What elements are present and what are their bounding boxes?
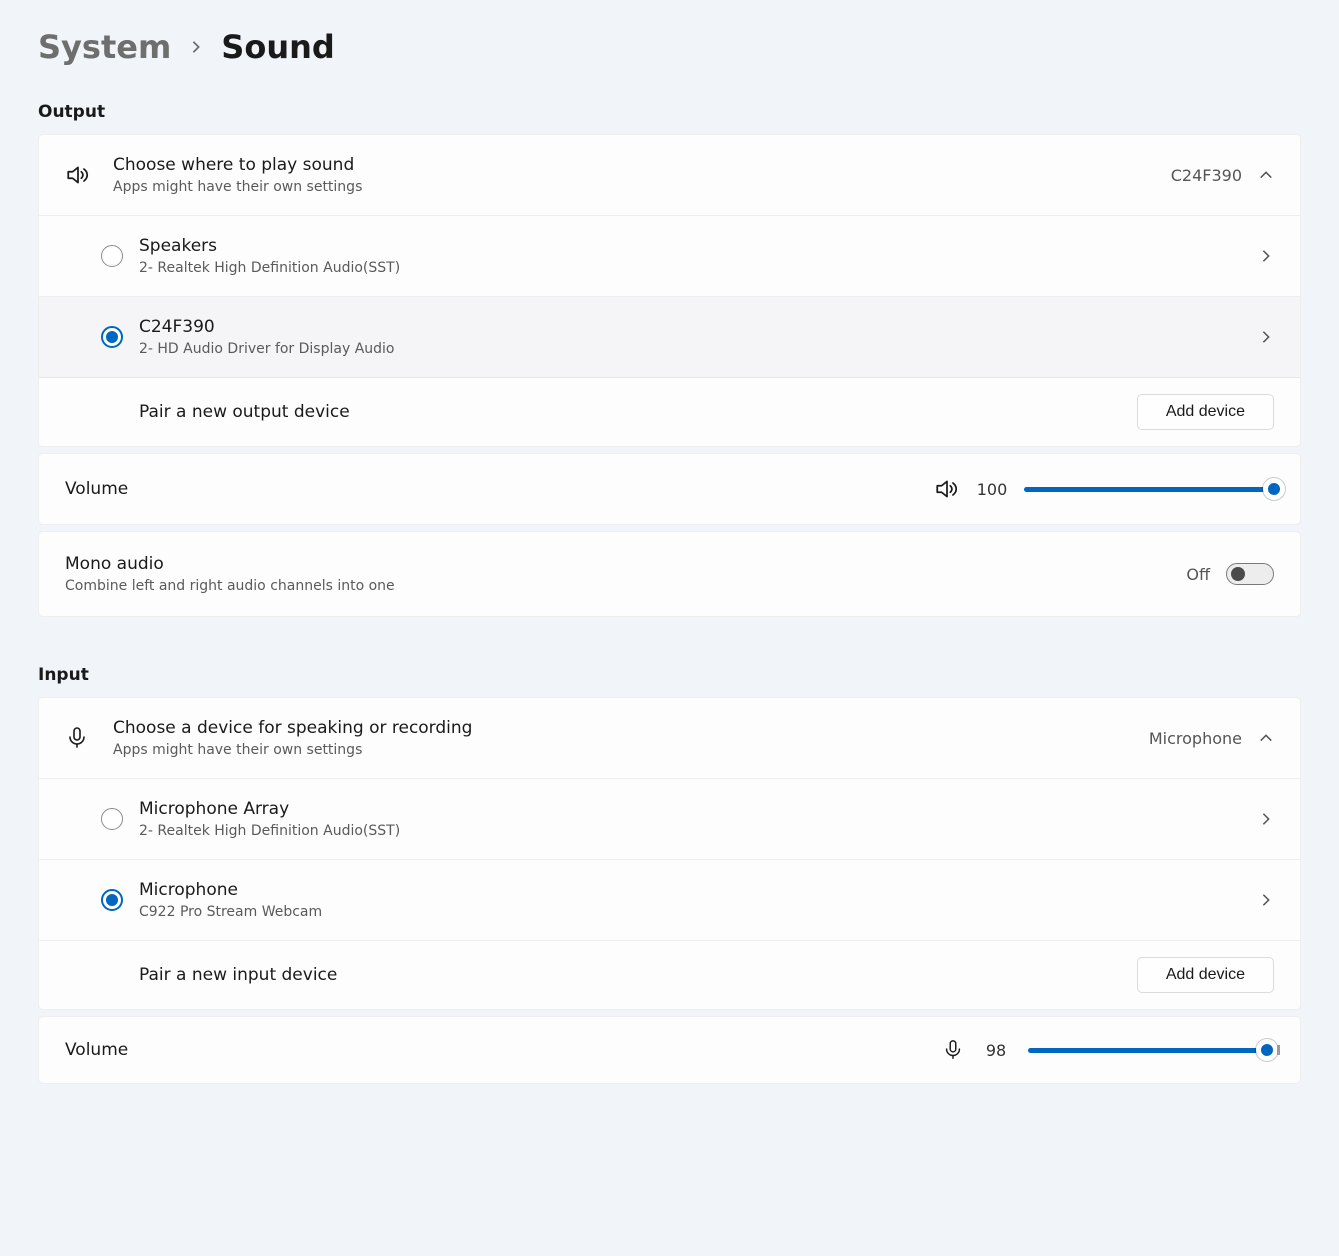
mono-audio-title: Mono audio bbox=[65, 554, 1186, 574]
breadcrumb: System Sound bbox=[38, 28, 1319, 66]
output-volume-slider[interactable] bbox=[1024, 487, 1274, 492]
chevron-right-icon[interactable] bbox=[1258, 892, 1274, 908]
output-volume-label: Volume bbox=[65, 479, 128, 499]
mono-audio-card: Mono audio Combine left and right audio … bbox=[38, 531, 1301, 617]
output-volume-card: Volume 100 bbox=[38, 453, 1301, 525]
selected-output-label: C24F390 bbox=[1171, 166, 1242, 185]
output-device-sub: 2- Realtek High Definition Audio(SST) bbox=[139, 260, 1258, 276]
input-device-row[interactable]: Microphone Array 2- Realtek High Definit… bbox=[39, 779, 1300, 860]
input-device-sub: 2- Realtek High Definition Audio(SST) bbox=[139, 823, 1258, 839]
selected-input-label: Microphone bbox=[1149, 729, 1242, 748]
breadcrumb-parent[interactable]: System bbox=[38, 28, 171, 66]
input-device-name: Microphone Array bbox=[139, 799, 1258, 819]
input-volume-label: Volume bbox=[65, 1040, 128, 1060]
chevron-up-icon[interactable] bbox=[1258, 730, 1274, 746]
mono-audio-sub: Combine left and right audio channels in… bbox=[65, 578, 1186, 594]
output-device-sub: 2- HD Audio Driver for Display Audio bbox=[139, 341, 1258, 357]
mono-audio-state: Off bbox=[1186, 565, 1210, 584]
input-volume-slider[interactable] bbox=[1028, 1048, 1274, 1053]
output-device-name: Speakers bbox=[139, 236, 1258, 256]
microphone-icon bbox=[65, 726, 113, 750]
pair-input-row: Pair a new input device Add device bbox=[39, 941, 1300, 1009]
radio-unchecked-icon[interactable] bbox=[101, 245, 123, 267]
add-input-device-button[interactable]: Add device bbox=[1137, 957, 1274, 993]
output-device-name: C24F390 bbox=[139, 317, 1258, 337]
input-heading: Input bbox=[38, 665, 1319, 685]
chevron-right-icon[interactable] bbox=[1258, 329, 1274, 345]
mono-audio-toggle[interactable] bbox=[1226, 563, 1274, 585]
chevron-right-icon[interactable] bbox=[1258, 811, 1274, 827]
input-device-row[interactable]: Microphone C922 Pro Stream Webcam bbox=[39, 860, 1300, 941]
choose-input-title: Choose a device for speaking or recordin… bbox=[113, 718, 1149, 738]
chevron-right-icon bbox=[189, 40, 203, 54]
speaker-icon[interactable] bbox=[934, 476, 960, 502]
output-device-row[interactable]: Speakers 2- Realtek High Definition Audi… bbox=[39, 216, 1300, 297]
slider-knob[interactable] bbox=[1263, 478, 1285, 500]
radio-checked-icon[interactable] bbox=[101, 889, 123, 911]
page-title: Sound bbox=[221, 28, 335, 66]
input-devices-group: Choose a device for speaking or recordin… bbox=[38, 697, 1301, 1010]
radio-checked-icon[interactable] bbox=[101, 326, 123, 348]
choose-input-sub: Apps might have their own settings bbox=[113, 742, 1149, 758]
choose-input-row[interactable]: Choose a device for speaking or recordin… bbox=[39, 698, 1300, 779]
microphone-icon[interactable] bbox=[942, 1039, 964, 1061]
choose-output-row[interactable]: Choose where to play sound Apps might ha… bbox=[39, 135, 1300, 216]
chevron-up-icon[interactable] bbox=[1258, 167, 1274, 183]
pair-output-label: Pair a new output device bbox=[139, 402, 1137, 422]
add-output-device-button[interactable]: Add device bbox=[1137, 394, 1274, 430]
radio-unchecked-icon[interactable] bbox=[101, 808, 123, 830]
choose-output-sub: Apps might have their own settings bbox=[113, 179, 1171, 195]
output-devices-group: Choose where to play sound Apps might ha… bbox=[38, 134, 1301, 447]
chevron-right-icon[interactable] bbox=[1258, 248, 1274, 264]
output-device-row[interactable]: C24F390 2- HD Audio Driver for Display A… bbox=[39, 297, 1300, 378]
pair-input-label: Pair a new input device bbox=[139, 965, 1137, 985]
pair-output-row: Pair a new output device Add device bbox=[39, 378, 1300, 446]
slider-tick bbox=[1277, 1045, 1280, 1055]
output-volume-value: 100 bbox=[974, 480, 1010, 499]
choose-output-title: Choose where to play sound bbox=[113, 155, 1171, 175]
speaker-icon bbox=[65, 162, 113, 188]
input-volume-card: Volume 98 bbox=[38, 1016, 1301, 1084]
input-device-name: Microphone bbox=[139, 880, 1258, 900]
input-volume-value: 98 bbox=[978, 1041, 1014, 1060]
input-device-sub: C922 Pro Stream Webcam bbox=[139, 904, 1258, 920]
slider-knob[interactable] bbox=[1256, 1039, 1278, 1061]
output-heading: Output bbox=[38, 102, 1319, 122]
